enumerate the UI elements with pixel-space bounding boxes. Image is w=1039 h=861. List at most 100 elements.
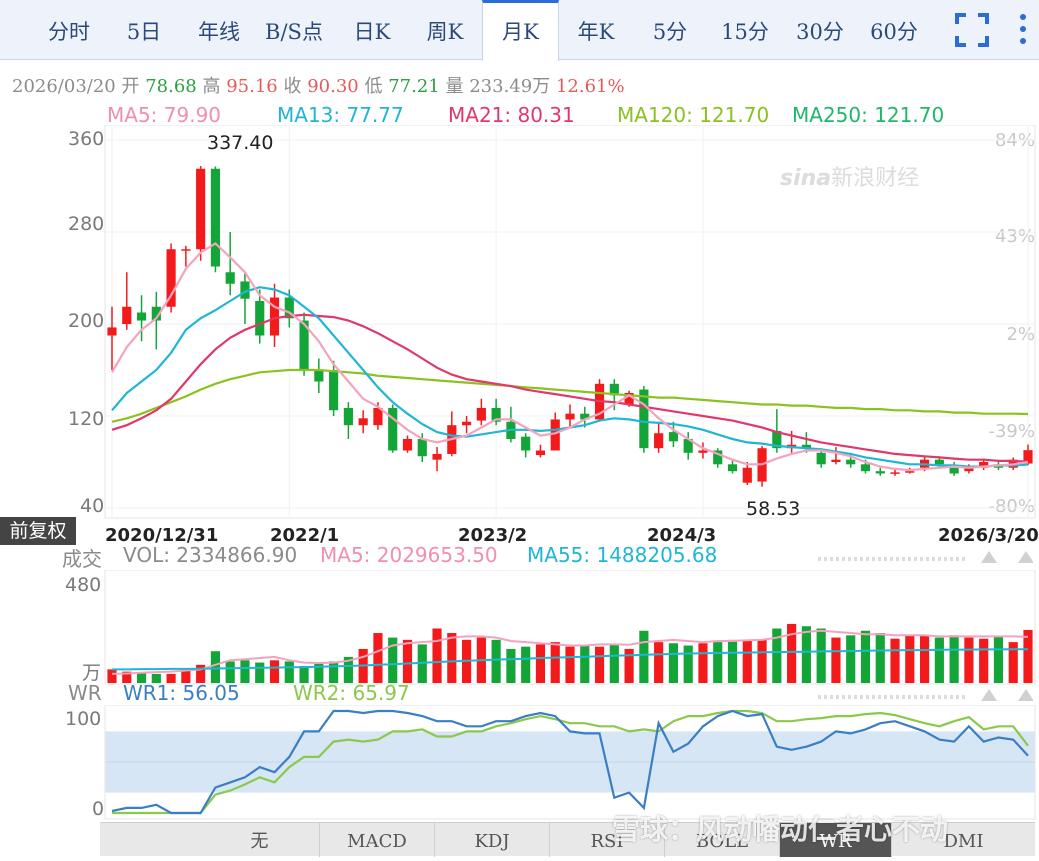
kline-chart[interactable]	[0, 125, 1039, 520]
quote-date: 2026/03/20	[12, 76, 116, 97]
candle-body	[181, 249, 191, 251]
candle-body	[668, 432, 678, 442]
candle-body	[329, 370, 339, 411]
volume-bar	[727, 639, 738, 683]
open-label: 开	[121, 76, 140, 97]
volume-bar	[698, 643, 708, 683]
volume-bar	[920, 635, 930, 683]
close-label: 收	[283, 76, 302, 97]
low-label: 低	[364, 76, 383, 97]
volume-ma55-legend: MA55: 1488205.68	[527, 543, 718, 567]
indicator-tab-none[interactable]: 无	[200, 823, 320, 857]
volume-bar	[890, 638, 900, 683]
more-menu-icon[interactable]	[1015, 12, 1031, 46]
candle-body	[934, 459, 944, 465]
volume-bar	[225, 661, 235, 683]
volume-ma5-legend: MA5: 2029653.50	[320, 543, 498, 567]
wr1-legend: WR1: 56.05	[123, 681, 240, 705]
close-value: 90.30	[307, 76, 359, 97]
candle-body	[136, 312, 147, 321]
candle-body	[535, 450, 546, 456]
high-value: 95.16	[226, 76, 278, 97]
tab-15min[interactable]: 15分	[710, 0, 780, 60]
candle-body	[521, 436, 531, 451]
candle-body	[388, 407, 398, 451]
volume-bar	[683, 645, 693, 683]
tab-daily-k[interactable]: 日K	[338, 0, 406, 60]
volume-bar	[949, 635, 959, 683]
volume-label: 量	[445, 76, 464, 97]
volume-bar	[329, 661, 339, 683]
ma13-legend: MA13: 77.77	[277, 103, 404, 127]
xueqiu-watermark: 雪球：风动幡动仁者心不动	[612, 813, 949, 846]
volume-bar	[284, 661, 294, 683]
tab-60min[interactable]: 60分	[858, 0, 930, 60]
indicator-tab-macd[interactable]: MACD	[320, 823, 435, 857]
volume-bar	[447, 633, 457, 683]
ma250-legend: MA250: 121.70	[792, 103, 945, 127]
tab-5min[interactable]: 5分	[635, 0, 705, 60]
volume-bar	[210, 651, 220, 683]
tab-weekly-k[interactable]: 周K	[410, 0, 480, 60]
candle-body	[255, 301, 265, 336]
volume-bar	[668, 643, 678, 683]
wr-chart[interactable]	[0, 705, 1039, 820]
candle-body	[905, 471, 915, 473]
candle-body	[949, 467, 959, 474]
tab-30min[interactable]: 30分	[785, 0, 855, 60]
candle-body	[742, 467, 752, 483]
volume-bar	[240, 660, 250, 683]
candle-body	[860, 464, 871, 472]
volume-value-legend: VOL: 2334866.90	[123, 543, 298, 567]
candle-body	[314, 370, 324, 382]
volume-panel-controls[interactable]	[818, 547, 1034, 565]
adjust-mode-button[interactable]: 前复权	[0, 517, 76, 545]
volume-bar	[639, 630, 649, 683]
volume-bar	[964, 637, 974, 683]
volume-bar	[609, 644, 619, 683]
volume-bar	[875, 633, 885, 683]
volume-bar	[713, 642, 723, 683]
date-tick: 2026/3/20	[938, 525, 1039, 546]
volume-panel-label: 成交	[62, 547, 102, 571]
candle-body	[432, 453, 442, 460]
indicator-tab-kdj[interactable]: KDJ	[435, 823, 550, 857]
volume-bar	[432, 628, 442, 683]
tab-year-line[interactable]: 年线	[180, 0, 258, 60]
volume-value: 233.49万	[469, 76, 551, 97]
tab-yearly-k[interactable]: 年K	[562, 0, 630, 60]
volume-bar	[816, 628, 826, 683]
candle-body	[890, 472, 900, 474]
fullscreen-icon[interactable]	[955, 13, 989, 47]
tab-bs-points[interactable]: B/S点	[258, 0, 330, 60]
candle-body	[875, 471, 885, 474]
wr-panel-controls[interactable]	[818, 685, 1034, 703]
ma5-line	[111, 242, 1029, 472]
tab-intraday[interactable]: 分时	[30, 0, 108, 60]
quote-summary: 2026/03/20 开 78.68 高 95.16 收 90.30 低 77.…	[12, 72, 625, 98]
volume-bar	[255, 662, 265, 683]
candle-body	[122, 306, 132, 324]
candle-body	[107, 327, 117, 336]
volume-bar	[831, 637, 841, 683]
candle-body	[196, 168, 206, 250]
volume-bar	[742, 639, 752, 683]
candle-body	[402, 439, 413, 451]
volume-bar	[860, 630, 871, 683]
volume-bar	[979, 638, 989, 683]
candle-body	[654, 433, 664, 449]
volume-chart[interactable]	[0, 570, 1039, 686]
tab-5day[interactable]: 5日	[108, 0, 180, 60]
volume-bar	[402, 639, 413, 683]
candle-body	[816, 452, 826, 465]
candle-body	[698, 450, 708, 453]
volume-bar	[905, 635, 915, 683]
volume-bar	[535, 644, 546, 683]
open-value: 78.68	[145, 76, 197, 97]
volume-bar	[757, 639, 767, 683]
volume-bar	[934, 637, 944, 683]
tab-monthly-k[interactable]: 月K	[482, 0, 559, 61]
volume-bar	[993, 636, 1004, 683]
candle-body	[462, 421, 472, 426]
candle-body	[343, 407, 353, 426]
